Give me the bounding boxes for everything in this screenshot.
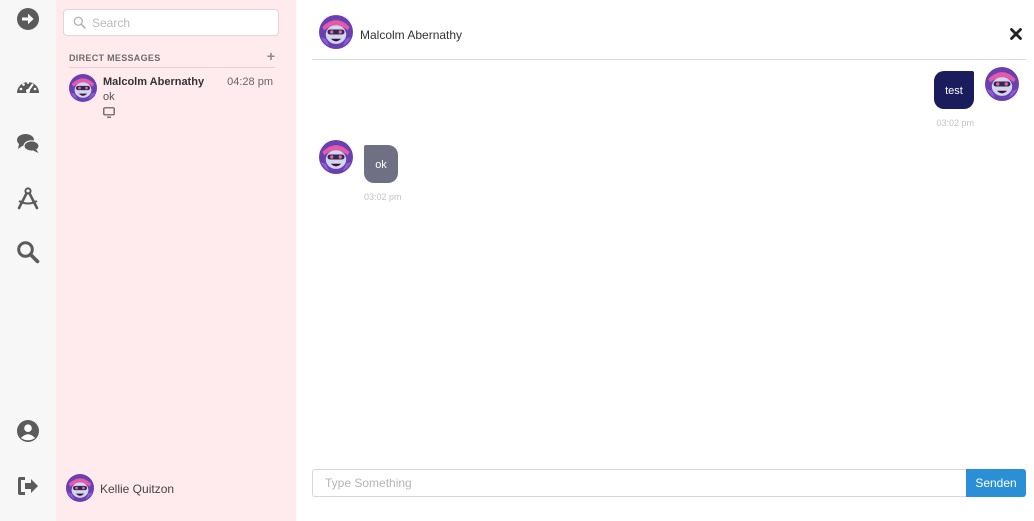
dashboard-icon[interactable] [16,75,40,99]
conversation-item[interactable]: Malcolm Abernathy 04:28 pm ok [69,74,279,124]
avatar [66,474,94,502]
avatar [319,140,353,174]
search-input[interactable] [92,14,272,32]
search-icon [73,16,86,29]
add-conversation-button[interactable]: + [267,49,275,63]
message-composer: Senden [312,469,1026,497]
message-time: 03:02 pm [364,192,402,202]
search-box[interactable] [63,9,279,36]
send-button[interactable]: Senden [966,469,1026,497]
message-time: 03:02 pm [936,118,974,128]
desktop-icon [103,107,115,118]
chat-bubbles-icon[interactable] [16,131,40,155]
sign-out-icon[interactable] [16,474,40,498]
current-user-name: Kellie Quitzon [100,482,175,496]
drafting-compass-icon[interactable] [16,187,40,211]
current-user[interactable]: Kellie Quitzon [66,474,286,502]
direct-messages-header: DIRECT MESSAGES + [69,49,275,68]
chat-contact-name: Malcolm Abernathy [360,28,463,42]
message-bubble-incoming: ok [364,145,398,183]
avatar [985,67,1019,101]
avatar [69,74,97,102]
search-icon[interactable] [16,240,40,264]
divider [69,67,275,68]
chat-header: Malcolm Abernathy [312,0,1026,60]
message-input[interactable] [312,469,967,497]
conversation-last-message: ok [103,91,115,103]
conversation-time: 04:28 pm [227,76,273,88]
user-circle-icon[interactable] [16,419,40,443]
message-bubble-outgoing: test [934,71,974,109]
conversation-name: Malcolm Abernathy [103,76,205,88]
chat-window: Malcolm Abernathy test 03:02 pm ok 03:02… [312,0,1026,521]
arrow-right-circle-icon[interactable] [16,7,40,31]
icon-rail [0,0,56,521]
direct-messages-title: DIRECT MESSAGES [69,53,161,63]
conversations-panel: DIRECT MESSAGES + Malcolm Abernathy 04:2… [56,0,296,521]
close-icon[interactable] [1010,28,1022,40]
avatar [319,15,353,49]
